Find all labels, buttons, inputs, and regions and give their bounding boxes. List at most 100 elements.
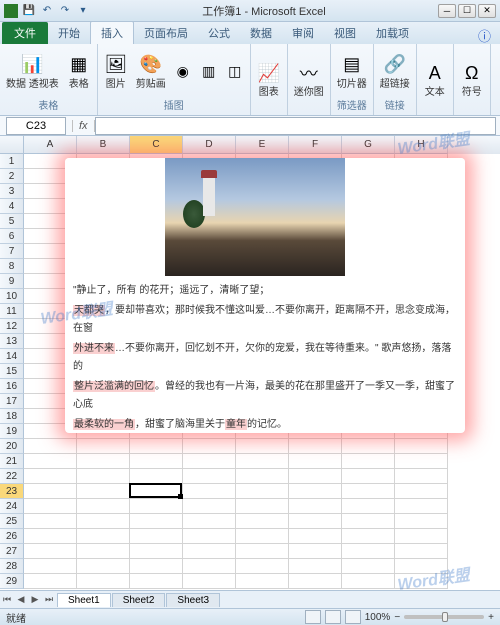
ribbon-button[interactable]: 📊数据 透视表 (4, 51, 61, 92)
cell[interactable] (236, 514, 289, 529)
cell[interactable] (236, 484, 289, 499)
fx-icon[interactable]: fx (72, 120, 95, 132)
ribbon-button[interactable]: 🎨剪贴画 (134, 51, 168, 92)
cell[interactable] (24, 439, 77, 454)
cell[interactable] (395, 499, 448, 514)
column-header[interactable]: A (24, 136, 77, 154)
cell[interactable] (395, 544, 448, 559)
row-header[interactable]: 1 (0, 154, 24, 169)
zoom-in-button[interactable]: + (488, 612, 494, 623)
view-normal-button[interactable] (305, 610, 321, 624)
cell[interactable] (342, 499, 395, 514)
column-header[interactable]: G (342, 136, 395, 154)
column-header[interactable]: E (236, 136, 289, 154)
formula-input[interactable] (95, 117, 496, 135)
file-tab[interactable]: 文件 (2, 22, 48, 44)
row-header[interactable]: 22 (0, 469, 24, 484)
row-header[interactable]: 7 (0, 244, 24, 259)
undo-icon[interactable]: ↶ (40, 4, 54, 18)
ribbon-button[interactable]: ▦表格 (65, 51, 93, 92)
row-header[interactable]: 18 (0, 409, 24, 424)
cell[interactable] (395, 439, 448, 454)
ribbon-button[interactable]: A文本 (421, 59, 449, 100)
cell[interactable] (289, 544, 342, 559)
cell[interactable] (236, 529, 289, 544)
cell[interactable] (395, 454, 448, 469)
cell[interactable] (183, 514, 236, 529)
row-header[interactable]: 19 (0, 424, 24, 439)
cell[interactable] (24, 559, 77, 574)
row-header[interactable]: 26 (0, 529, 24, 544)
cell[interactable] (130, 454, 183, 469)
row-header[interactable]: 8 (0, 259, 24, 274)
cell[interactable] (77, 499, 130, 514)
cell[interactable] (130, 559, 183, 574)
tab-insert[interactable]: 插入 (90, 21, 134, 44)
row-header[interactable]: 3 (0, 184, 24, 199)
name-box[interactable]: C23 (6, 117, 66, 135)
ribbon-button[interactable]: 🖼图片 (102, 51, 130, 92)
column-header[interactable]: B (77, 136, 130, 154)
tab-home[interactable]: 开始 (48, 22, 90, 44)
cell[interactable] (24, 514, 77, 529)
view-layout-button[interactable] (325, 610, 341, 624)
sheet-tab-2[interactable]: Sheet2 (112, 593, 166, 607)
sheet-tab-1[interactable]: Sheet1 (57, 593, 111, 607)
ribbon-button[interactable]: 🔗超链接 (378, 51, 412, 92)
ribbon-button[interactable]: ▥ (198, 60, 220, 82)
cell[interactable] (395, 469, 448, 484)
cell[interactable] (130, 574, 183, 589)
row-header[interactable]: 20 (0, 439, 24, 454)
cell[interactable] (289, 499, 342, 514)
row-header[interactable]: 12 (0, 319, 24, 334)
row-header[interactable]: 6 (0, 229, 24, 244)
cell[interactable] (236, 469, 289, 484)
row-header[interactable]: 2 (0, 169, 24, 184)
cell[interactable] (77, 484, 130, 499)
cell[interactable] (24, 544, 77, 559)
active-cell-cursor[interactable] (129, 483, 182, 498)
sheet-nav-next[interactable]: ▶ (28, 592, 42, 608)
cell[interactable] (77, 469, 130, 484)
column-header[interactable]: H (395, 136, 448, 154)
cell[interactable] (289, 454, 342, 469)
cell[interactable] (289, 439, 342, 454)
ribbon-button[interactable]: 〰迷你图 (292, 59, 326, 100)
cell[interactable] (77, 514, 130, 529)
qat-dropdown-icon[interactable]: ▾ (76, 4, 90, 18)
sheet-nav-first[interactable]: ⏮ (0, 592, 14, 608)
cell[interactable] (183, 484, 236, 499)
cell[interactable] (130, 544, 183, 559)
row-header[interactable]: 10 (0, 289, 24, 304)
cell[interactable] (236, 544, 289, 559)
cell[interactable] (342, 529, 395, 544)
cell[interactable] (24, 499, 77, 514)
row-header[interactable]: 21 (0, 454, 24, 469)
cell[interactable] (24, 454, 77, 469)
cell[interactable] (130, 469, 183, 484)
cell[interactable] (342, 544, 395, 559)
tab-data[interactable]: 数据 (240, 22, 282, 44)
cell[interactable] (130, 529, 183, 544)
help-icon[interactable]: ⓘ (478, 26, 496, 44)
cell[interactable] (183, 574, 236, 589)
cell[interactable] (24, 574, 77, 589)
view-pagebreak-button[interactable] (345, 610, 361, 624)
cell[interactable] (24, 469, 77, 484)
zoom-slider[interactable] (404, 615, 484, 619)
redo-icon[interactable]: ↷ (58, 4, 72, 18)
ribbon-button[interactable]: ◉ (172, 60, 194, 82)
cell[interactable] (342, 469, 395, 484)
cell[interactable] (77, 439, 130, 454)
cell[interactable] (395, 574, 448, 589)
row-header[interactable]: 23 (0, 484, 24, 499)
cell[interactable] (130, 499, 183, 514)
column-header[interactable]: D (183, 136, 236, 154)
cell[interactable] (342, 574, 395, 589)
row-header[interactable]: 24 (0, 499, 24, 514)
text-box-object[interactable]: "静止了，所有 的花开；遥远了，清晰了望；天都哭，要却带喜欢；那时候我不懂这叫爱… (65, 158, 465, 433)
row-header[interactable]: 5 (0, 214, 24, 229)
tab-page-layout[interactable]: 页面布局 (134, 22, 198, 44)
cell[interactable] (289, 469, 342, 484)
tab-formulas[interactable]: 公式 (198, 22, 240, 44)
